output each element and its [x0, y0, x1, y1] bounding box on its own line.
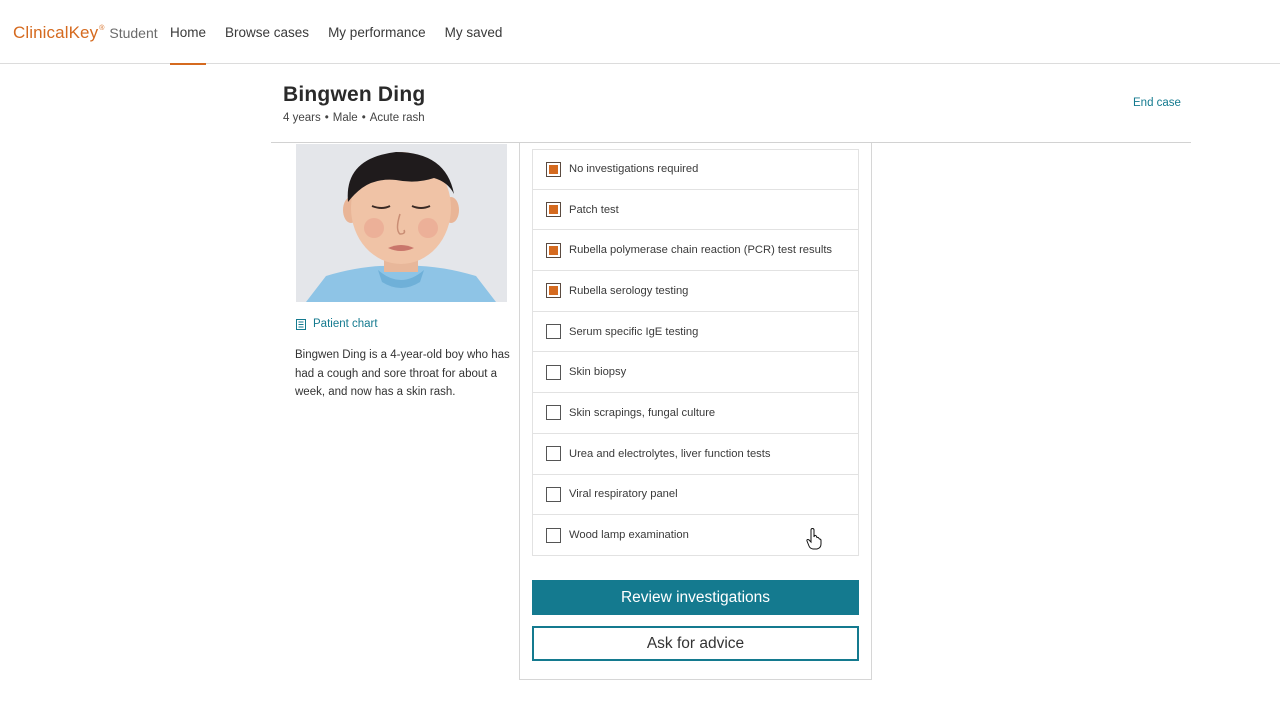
investigation-option[interactable]: Rubella serology testing	[532, 271, 859, 312]
patient-name: Bingwen Ding	[283, 83, 426, 106]
investigation-option[interactable]: Skin scrapings, fungal culture	[532, 393, 859, 434]
investigation-label: Rubella polymerase chain reaction (PCR) …	[569, 244, 833, 257]
investigation-option[interactable]: Serum specific IgE testing	[532, 311, 859, 353]
meta-separator: •	[324, 112, 329, 124]
ask-for-advice-button[interactable]: Ask for advice	[532, 626, 859, 661]
checkbox[interactable]	[546, 324, 561, 340]
brand-subtitle: Student	[109, 25, 158, 41]
patient-sex: Male	[332, 112, 358, 124]
patient-age: 4 years	[283, 112, 321, 124]
checkbox[interactable]	[546, 527, 561, 543]
checkbox[interactable]	[546, 405, 561, 421]
investigation-label: Urea and electrolytes, liver function te…	[569, 447, 771, 460]
main-nav: Home Browse cases My performance My save…	[170, 0, 521, 65]
brand-name: ClinicalKey	[13, 23, 99, 42]
case-description: Bingwen Ding is a 4-year-old boy who has…	[295, 349, 510, 398]
investigation-label: No investigations required	[569, 163, 699, 176]
investigation-option[interactable]: Rubella polymerase chain reaction (PCR) …	[532, 230, 859, 272]
investigation-option[interactable]: Viral respiratory panel	[532, 474, 859, 516]
patient-complaint: Acute rash	[369, 112, 425, 124]
review-investigations-button[interactable]: Review investigations	[532, 580, 859, 615]
investigation-label: Skin biopsy	[569, 366, 627, 379]
investigation-label: Viral respiratory panel	[569, 488, 678, 501]
checkbox[interactable]	[546, 283, 561, 299]
nav-item-home[interactable]: Home	[170, 0, 207, 65]
investigation-option[interactable]: No investigations required	[532, 149, 859, 190]
investigations-list: No investigations required Patch test Ru…	[532, 149, 859, 556]
nav-item-my-performance[interactable]: My performance	[328, 0, 426, 64]
investigation-label: Rubella serology testing	[569, 284, 689, 297]
checkbox[interactable]	[546, 161, 561, 177]
clinicalkey-student-logo[interactable]: ClinicalKey ® Student	[13, 23, 158, 43]
investigation-label: Patch test	[569, 203, 619, 216]
meta-separator: •	[361, 112, 366, 124]
patient-summary: 4 years • Male • Acute rash	[283, 112, 425, 124]
patient-chart-label: Patient chart	[313, 318, 378, 330]
nav-item-my-saved[interactable]: My saved	[445, 0, 503, 64]
checkbox[interactable]	[546, 486, 561, 502]
investigation-option[interactable]: Skin biopsy	[532, 352, 859, 394]
investigation-label: Skin scrapings, fungal culture	[569, 406, 716, 419]
registered-mark: ®	[99, 25, 105, 32]
top-navigation-bar: ClinicalKey ® Student Home Browse cases …	[0, 0, 1280, 65]
investigation-label: Wood lamp examination	[569, 529, 689, 542]
patient-chart-link[interactable]: Patient chart	[296, 318, 378, 330]
checkbox[interactable]	[546, 242, 561, 258]
checkbox[interactable]	[546, 446, 561, 462]
patient-photo	[296, 144, 507, 302]
checkbox[interactable]	[546, 202, 561, 218]
hand-pointer-icon	[806, 528, 822, 550]
investigation-option[interactable]: Urea and electrolytes, liver function te…	[532, 433, 859, 475]
nav-item-browse-cases[interactable]: Browse cases	[225, 0, 309, 64]
investigation-option[interactable]: Patch test	[532, 189, 859, 231]
document-icon	[296, 318, 306, 330]
investigation-label: Serum specific IgE testing	[569, 325, 699, 338]
checkbox[interactable]	[546, 364, 561, 380]
end-case-link[interactable]: End case	[1133, 97, 1181, 109]
